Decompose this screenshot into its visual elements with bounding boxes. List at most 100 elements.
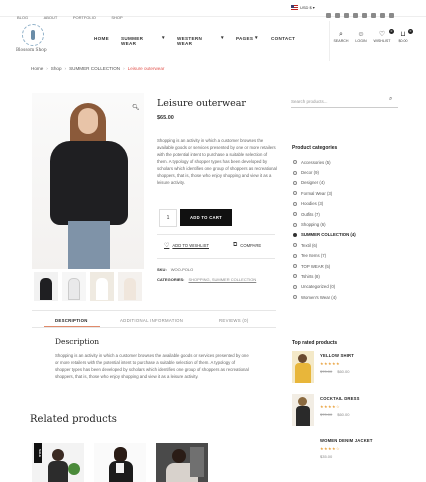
- tab-reviews[interactable]: REVIEWS (0): [219, 318, 249, 323]
- category-item[interactable]: Accessories (5): [293, 157, 356, 167]
- product-categories: CATEGORIES: SHOPPING, SUMMER COLLECTION: [157, 277, 256, 282]
- header-search[interactable]: ⌕ SEARCH: [331, 31, 351, 43]
- search-icon[interactable]: ⌕: [389, 96, 392, 103]
- header-divider: [329, 21, 330, 61]
- breadcrumb-separator: ›: [123, 66, 125, 71]
- cart-count-badge: 0: [408, 29, 413, 34]
- categories-label: CATEGORIES:: [157, 277, 185, 282]
- top-nav-shop[interactable]: SHOP: [111, 15, 122, 20]
- logo-icon[interactable]: [22, 24, 44, 46]
- header-login[interactable]: ☺ LOGIN: [352, 31, 370, 43]
- category-label: Decor (9): [301, 170, 319, 176]
- quantity-input[interactable]: 1: [159, 209, 177, 227]
- category-item[interactable]: Women's Wear (4): [293, 292, 356, 302]
- divider: [157, 234, 275, 235]
- product-main-image[interactable]: [32, 93, 144, 269]
- top-rated-item[interactable]: WOMEN DENIM JACKET ★★★★☆ $35.00: [292, 436, 392, 470]
- top-rated-name: YELLOW SHIRT: [320, 353, 355, 358]
- tab-description[interactable]: DESCRIPTION: [55, 318, 88, 323]
- category-item[interactable]: Tshirts (8): [293, 271, 356, 281]
- category-item[interactable]: Tee Items (7): [293, 251, 356, 261]
- telegram-icon[interactable]: [380, 13, 385, 18]
- search-icon: ⌕: [339, 31, 343, 38]
- related-product-image[interactable]: [156, 443, 208, 482]
- vk-icon[interactable]: [371, 13, 376, 18]
- top-rated-item[interactable]: YELLOW SHIRT ★★★★★ $70.00 $60.00: [292, 351, 392, 385]
- related-product-image[interactable]: [94, 443, 146, 482]
- top-rated-heading: Top rated products: [292, 340, 338, 346]
- category-item[interactable]: Decor (9): [293, 167, 356, 177]
- top-nav-blog[interactable]: BLOG: [17, 15, 28, 20]
- product-thumbnail[interactable]: [62, 272, 86, 301]
- sku-value: WOO-POLO: [170, 267, 194, 272]
- compare-link[interactable]: ⧉ COMPARE: [233, 242, 261, 249]
- top-rated-price: $35.00: [320, 454, 332, 459]
- model-jeans: [68, 221, 110, 269]
- category-item-active[interactable]: SUMMER COLLECTION (4): [293, 230, 356, 240]
- top-rated-item[interactable]: COCKTAIL DRESS ★★★★☆ $70.00 $60.00: [292, 394, 392, 428]
- header-cart-price: $0.00: [398, 39, 408, 43]
- description-text: Shopping is an activity in which a custo…: [55, 353, 249, 379]
- youtube-icon[interactable]: [344, 13, 349, 18]
- instagram-icon[interactable]: [353, 13, 358, 18]
- model-body: [48, 461, 68, 482]
- product-thumbnail[interactable]: [90, 272, 114, 301]
- product-search-input[interactable]: Search products...: [291, 96, 398, 108]
- category-label: TOP WEAR (5): [301, 263, 331, 269]
- header-login-label: LOGIN: [355, 39, 367, 43]
- categories-links[interactable]: SHOPPING, SUMMER COLLECTION: [188, 277, 256, 282]
- tabs-bottom-border: [32, 327, 276, 328]
- top-nav-portfolio[interactable]: PORTFOLIO: [73, 15, 96, 20]
- model-head: [52, 449, 64, 461]
- category-item[interactable]: Uncategorized (0): [293, 282, 356, 292]
- breadcrumb-home[interactable]: Home: [31, 66, 43, 71]
- category-item[interactable]: Shopping (6): [293, 219, 356, 229]
- category-label: Tshirts (8): [301, 273, 320, 279]
- nav-home[interactable]: HOME: [94, 36, 109, 41]
- currency-selector[interactable]: USD $ ▾: [291, 5, 315, 10]
- logo-text[interactable]: Blossom Shop: [16, 48, 47, 53]
- related-products-heading: Related products: [30, 414, 117, 425]
- add-to-cart-button[interactable]: ADD TO CART: [180, 209, 232, 226]
- product-title: Leisure outerwear: [157, 98, 246, 109]
- category-label: Shopping (6): [301, 222, 326, 228]
- xing-icon[interactable]: [389, 13, 394, 18]
- category-list: Accessories (5) Decor (9) Designer (4) F…: [293, 157, 356, 302]
- currency-label: USD $: [300, 5, 312, 10]
- category-item[interactable]: Hoodies (3): [293, 199, 356, 209]
- top-nav-about[interactable]: ABOUT: [44, 15, 58, 20]
- breadcrumb-shop[interactable]: Shop: [51, 66, 62, 71]
- category-label: Hoodies (3): [301, 201, 324, 207]
- breadcrumb-category[interactable]: SUMMER COLLECTION: [69, 66, 120, 71]
- related-product-image[interactable]: SALE: [32, 443, 84, 482]
- tab-additional-information[interactable]: ADDITIONAL INFORMATION: [120, 318, 183, 323]
- category-label: Women's Wear (4): [301, 294, 337, 300]
- header-cart[interactable]: ⊔ 0 $0.00: [394, 29, 413, 43]
- category-item[interactable]: Outfits (7): [293, 209, 356, 219]
- chevron-down-icon: ▾: [312, 5, 315, 10]
- header-wishlist[interactable]: ♡ 0 WISHLIST: [371, 29, 394, 43]
- nav-contact[interactable]: CONTACT: [271, 36, 295, 41]
- chevron-down-icon: ▾: [162, 35, 165, 41]
- category-item[interactable]: Designer (4): [293, 178, 356, 188]
- model-shirt: [116, 463, 124, 473]
- category-item[interactable]: Textil (6): [293, 240, 356, 250]
- star-rating-icon: ★★★★☆: [320, 446, 340, 451]
- facebook-icon[interactable]: [326, 13, 331, 18]
- product-thumbnail[interactable]: [118, 272, 142, 301]
- user-icon: ☺: [357, 31, 365, 38]
- zoom-icon[interactable]: 🔍︎: [132, 104, 140, 111]
- nav-summer-wear[interactable]: SUMMER WEAR: [121, 36, 143, 46]
- twitter-icon[interactable]: [335, 13, 340, 18]
- product-thumbnail[interactable]: [34, 272, 58, 301]
- breadcrumb-current: Leisure outerwear: [127, 66, 165, 71]
- thumbnail-garment: [40, 278, 52, 300]
- nav-pages[interactable]: PAGES: [236, 36, 253, 41]
- category-label: Accessories (5): [301, 159, 331, 165]
- category-item[interactable]: TOP WEAR (5): [293, 261, 356, 271]
- pinterest-icon[interactable]: [362, 13, 367, 18]
- nav-western-wear[interactable]: WESTERN WEAR: [177, 36, 202, 46]
- category-label: Formal Wear (3): [301, 190, 333, 196]
- category-item[interactable]: Formal Wear (3): [293, 188, 356, 198]
- add-to-wishlist-link[interactable]: ♡ ADD TO WISHLIST: [164, 242, 209, 249]
